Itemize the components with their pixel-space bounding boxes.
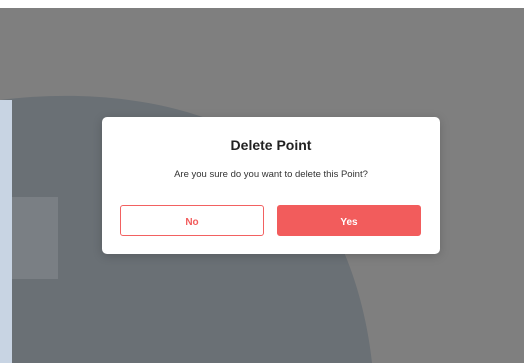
dialog-title: Delete Point (230, 137, 312, 153)
dialog-message: Are you sure do you want to delete this … (174, 169, 368, 180)
left-accent-strip (0, 100, 12, 363)
background-panel (12, 197, 58, 279)
yes-button[interactable]: Yes (277, 205, 421, 236)
no-button[interactable]: No (120, 205, 264, 236)
delete-point-dialog: Delete Point Are you sure do you want to… (102, 117, 440, 254)
